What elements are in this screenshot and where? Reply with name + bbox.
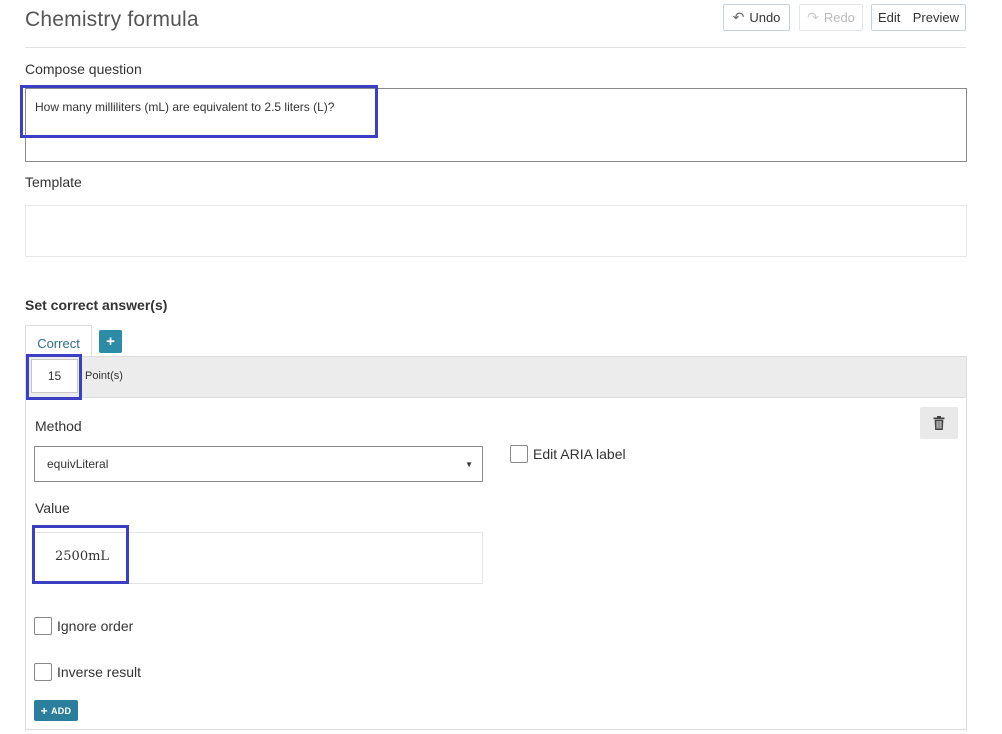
edit-button[interactable]: Edit [878, 10, 900, 25]
ignore-order-label: Ignore order [57, 618, 134, 634]
compose-question-label: Compose question [25, 61, 142, 77]
redo-arrow-icon: ↷ [807, 9, 819, 25]
add-tab-button[interactable]: + [99, 330, 122, 353]
undo-arrow-icon: ↶ [732, 9, 745, 25]
inverse-result-label: Inverse result [57, 664, 142, 680]
caret-down-icon: ▼ [465, 460, 473, 469]
undo-button[interactable]: ↶ Undo [723, 4, 790, 31]
tab-correct-label: Correct [37, 336, 80, 351]
delete-answer-button[interactable] [920, 407, 958, 439]
method-label: Method [35, 418, 82, 434]
value-label: Value [35, 500, 70, 516]
method-select[interactable]: equivLiteral ▼ [34, 446, 483, 482]
add-label: ADD [50, 705, 72, 716]
set-correct-answers-heading: Set correct answer(s) [25, 297, 168, 313]
redo-label: Redo [823, 10, 855, 25]
method-selected-value: equivLiteral [47, 457, 109, 471]
add-button[interactable]: + ADD [34, 700, 78, 721]
title-divider [25, 47, 966, 48]
points-label: Point(s) [85, 370, 123, 382]
plus-icon: + [40, 703, 48, 718]
redo-button[interactable]: ↷ Redo [799, 4, 863, 31]
page-title: Chemistry formula [25, 8, 199, 31]
inverse-result-checkbox[interactable] [34, 663, 52, 681]
points-bar [25, 356, 967, 398]
template-editor[interactable] [25, 205, 967, 257]
edit-preview-toggle: Edit Preview [871, 4, 966, 31]
tab-correct[interactable]: Correct [25, 325, 92, 357]
edit-aria-label-text: Edit ARIA label [533, 446, 626, 462]
points-highlight-box [26, 354, 82, 400]
plus-icon: + [106, 333, 115, 350]
undo-label: Undo [749, 10, 781, 25]
edit-aria-label-checkbox[interactable] [510, 445, 528, 463]
value-highlight-box [32, 525, 129, 584]
template-label: Template [25, 174, 82, 190]
trash-icon [933, 416, 945, 430]
question-highlight-box [20, 85, 378, 138]
preview-button[interactable]: Preview [913, 10, 959, 25]
ignore-order-checkbox[interactable] [34, 617, 52, 635]
